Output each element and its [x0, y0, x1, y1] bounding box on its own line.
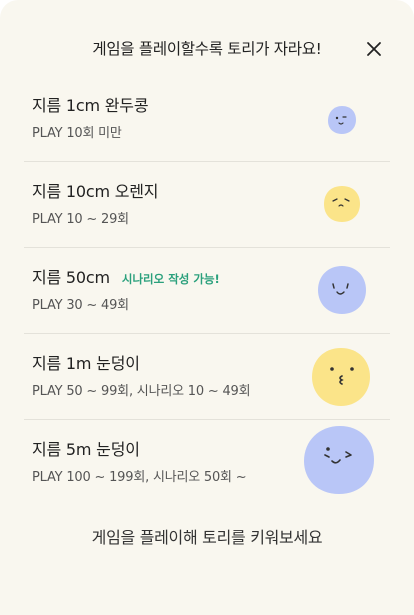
- pea-character-icon: [328, 106, 356, 134]
- level-item-1m: 지름 1m 눈덩이 PLAY 50 ~ 99회, 시나리오 10 ~ 49회: [24, 334, 390, 420]
- level-name: 지름 5m 눈덩이: [32, 440, 140, 459]
- level-item-pea: 지름 1cm 완두콩 PLAY 10회 미만: [24, 76, 390, 162]
- sheet-header: 게임을 플레이할수록 토리가 자라요!: [0, 34, 414, 64]
- level-item-orange: 지름 10cm 오렌지 PLAY 10 ~ 29회: [24, 162, 390, 248]
- bottom-sheet: 게임을 플레이할수록 토리가 자라요! 지름 1cm 완두콩 PLAY 10회 …: [0, 0, 414, 615]
- snowball-blue-character-icon: [304, 426, 374, 494]
- level-condition: PLAY 10 ~ 29회: [32, 212, 129, 227]
- level-condition: PLAY 100 ~ 199회, 시나리오 50회 ~: [32, 470, 247, 485]
- level-item-5m: 지름 5m 눈덩이 PLAY 100 ~ 199회, 시나리오 50회 ~: [24, 420, 390, 505]
- level-name: 지름 1m 눈덩이: [32, 354, 140, 373]
- level-condition: PLAY 10회 미만: [32, 126, 122, 141]
- level-condition: PLAY 30 ~ 49회: [32, 298, 129, 313]
- ball-character-icon: [318, 266, 366, 314]
- level-name: 지름 10cm 오렌지: [32, 182, 159, 201]
- footer-message: 게임을 플레이해 토리를 키워보세요: [91, 528, 323, 547]
- scenario-available-badge: 시나리오 작성 가능!: [121, 272, 220, 286]
- level-name: 지름 1cm 완두콩: [32, 96, 149, 115]
- level-list: 지름 1cm 완두콩 PLAY 10회 미만 지름 10cm 오렌지 PLAY …: [24, 76, 390, 505]
- level-name: 지름 50cm: [32, 268, 110, 287]
- sheet-title: 게임을 플레이할수록 토리가 자라요!: [92, 40, 322, 58]
- level-condition: PLAY 50 ~ 99회, 시나리오 10 ~ 49회: [32, 384, 251, 399]
- close-icon[interactable]: [364, 39, 384, 59]
- snowball-yellow-character-icon: [312, 348, 370, 406]
- orange-character-icon: [324, 186, 360, 222]
- level-item-50cm: 지름 50cm 시나리오 작성 가능! PLAY 30 ~ 49회: [24, 248, 390, 334]
